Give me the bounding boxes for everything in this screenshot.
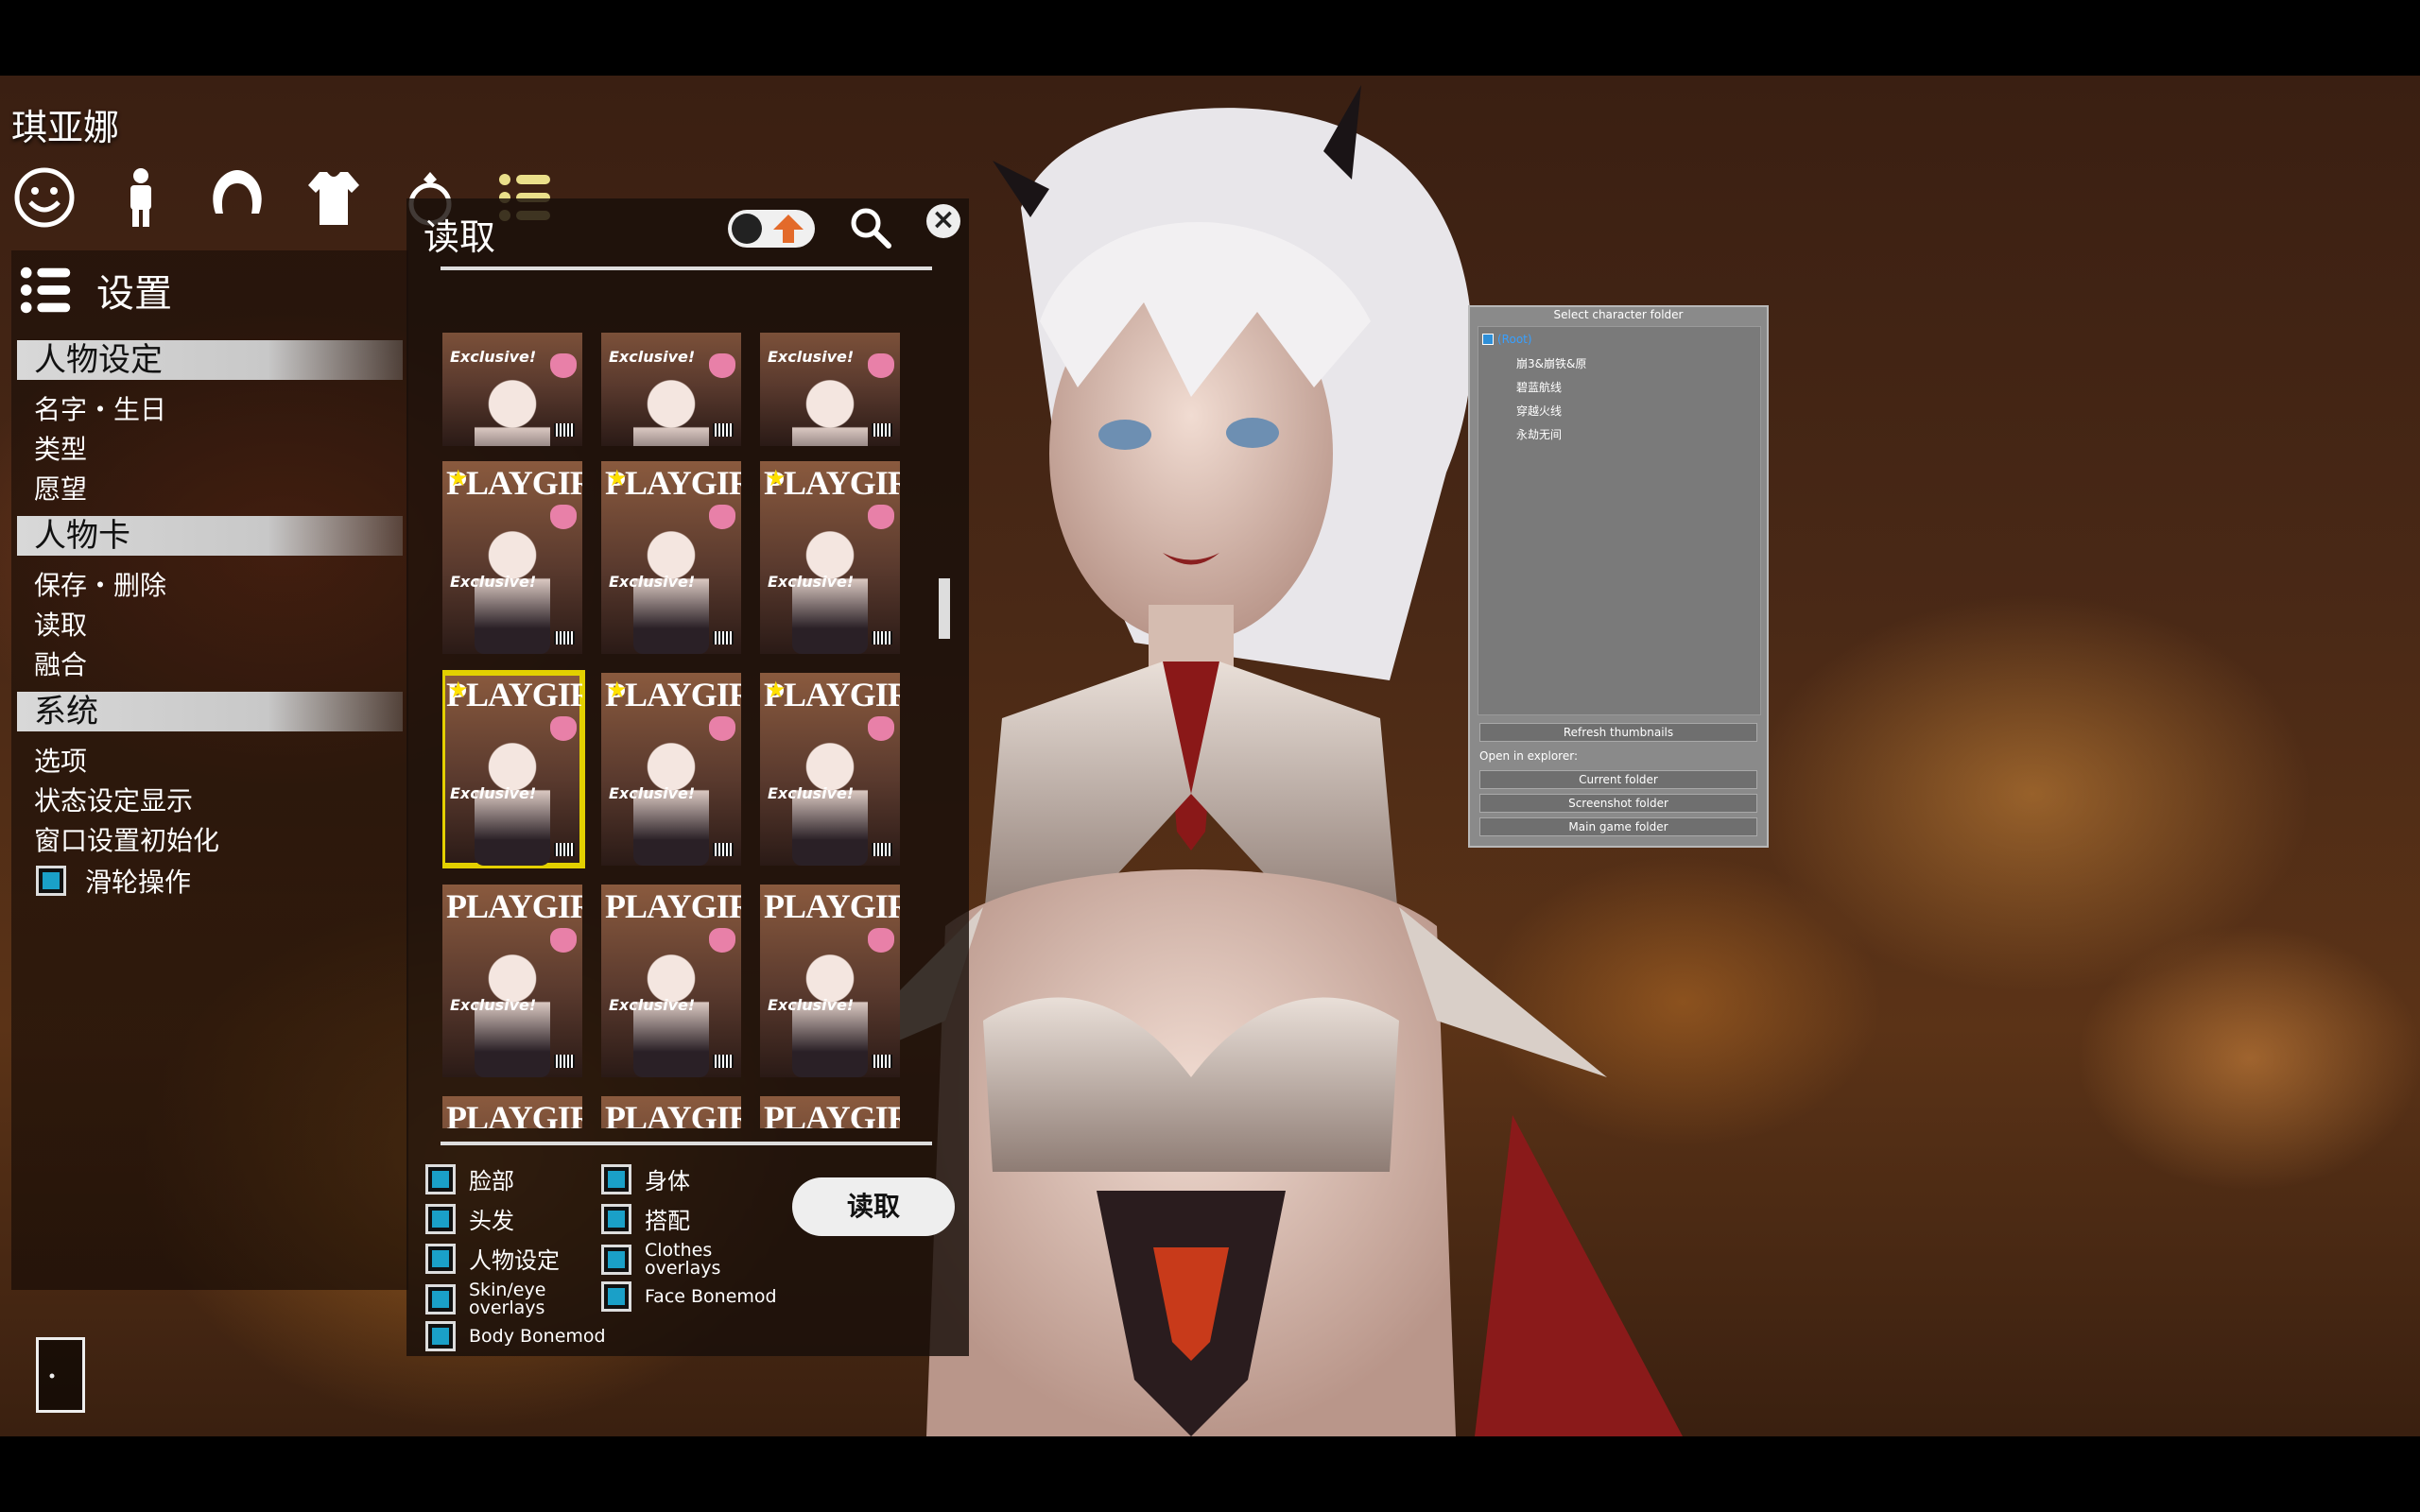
character-card[interactable]: PLAYGIRL★Exclusive! <box>442 461 582 654</box>
door-icon <box>49 1373 55 1379</box>
character-card[interactable]: PLAYGIRLExclusive! <box>442 885 582 1077</box>
character-card[interactable]: PLAYGIRL <box>760 1096 900 1128</box>
wheel-operation-label: 滑轮操作 <box>85 867 192 898</box>
screenshot-folder-button[interactable]: Screenshot folder <box>1479 794 1757 813</box>
wheel-operation-row: 滑轮操作 <box>36 862 191 900</box>
folder-tree[interactable]: (Root) 崩3&崩铁&原 碧蓝航线 穿越火线 永劫无间 <box>1478 326 1761 715</box>
check-body-bonemod[interactable] <box>425 1321 456 1351</box>
character-name: 琪亚娜 <box>11 107 120 148</box>
load-button[interactable]: 读取 <box>792 1177 955 1236</box>
character-card[interactable]: PLAYGIRL★Exclusive! <box>601 673 741 866</box>
check-hair-row: 头发 <box>425 1202 514 1235</box>
folder-item[interactable]: 碧蓝航线 <box>1516 379 1562 395</box>
folder-item[interactable]: 崩3&崩铁&原 <box>1516 355 1586 371</box>
refresh-thumbnails-button[interactable]: Refresh thumbnails <box>1479 723 1757 742</box>
check-character-settings[interactable] <box>425 1243 456 1274</box>
section-character-settings: 人物设定 <box>17 340 403 380</box>
current-folder-button[interactable]: Current folder <box>1479 770 1757 789</box>
character-card[interactable]: PLAYGIRL★Exclusive! <box>760 461 900 654</box>
divider-bottom <box>441 1142 932 1145</box>
check-hair[interactable] <box>425 1203 456 1234</box>
grid-scrollbar[interactable] <box>939 578 950 639</box>
menu-options[interactable]: 选项 <box>34 741 87 779</box>
folder-item[interactable]: 穿越火线 <box>1516 403 1562 419</box>
character-card[interactable]: PLAYGIRLExclusive! <box>601 885 741 1077</box>
menu-merge[interactable]: 融合 <box>34 644 87 682</box>
check-character-row: 人物设定 <box>425 1242 560 1275</box>
divider-top <box>441 266 932 270</box>
body-icon <box>130 168 151 227</box>
section-system: 系统 <box>17 692 403 731</box>
settings-title: 设置 <box>96 272 172 316</box>
check-skin-eye-overlays[interactable] <box>425 1284 456 1314</box>
arrow-up-icon <box>773 215 804 243</box>
wheel-operation-checkbox[interactable] <box>36 866 66 896</box>
body-tab[interactable] <box>108 164 174 231</box>
search-icon[interactable] <box>849 206 892 249</box>
character-card[interactable]: PLAYGIRL <box>442 1096 582 1128</box>
check-skin-overlays-row: Skin/eye overlays <box>425 1281 545 1317</box>
hair-icon <box>213 170 262 214</box>
folder-item[interactable]: 永劫无间 <box>1516 426 1562 442</box>
menu-window-reset[interactable]: 窗口设置初始化 <box>34 820 219 858</box>
character-card[interactable]: Exclusive! <box>601 333 741 446</box>
check-outfit[interactable] <box>601 1203 631 1234</box>
load-options: 脸部 身体 头发 搭配 人物设定 Clothes overlays Skin/ey… <box>425 1162 785 1361</box>
check-body-row: 身体 <box>601 1162 690 1195</box>
face-icon <box>14 167 75 228</box>
expand-icon <box>1482 334 1494 345</box>
menu-name-birthday[interactable]: 名字・生日 <box>34 389 166 427</box>
letterbox-bottom <box>0 1436 2420 1512</box>
check-face-bonemod-row: Face Bonemod <box>601 1281 777 1312</box>
character-card[interactable]: PLAYGIRLExclusive! <box>760 885 900 1077</box>
menu-status-display[interactable]: 状态设定显示 <box>34 781 193 818</box>
check-outfit-row: 搭配 <box>601 1202 690 1235</box>
character-card[interactable]: PLAYGIRL★Exclusive! <box>601 461 741 654</box>
character-card-selected[interactable]: PLAYGIRL★Exclusive! <box>442 670 585 868</box>
clothes-tab[interactable] <box>301 164 367 231</box>
menu-type[interactable]: 类型 <box>34 429 87 467</box>
clothes-icon <box>308 172 359 225</box>
check-face-row: 脸部 <box>425 1162 514 1195</box>
check-clothes-overlays-row: Clothes overlays <box>601 1242 720 1278</box>
menu-wish[interactable]: 愿望 <box>34 469 87 507</box>
menu-save-delete[interactable]: 保存・删除 <box>34 565 166 603</box>
check-clothes-overlays[interactable] <box>601 1245 631 1275</box>
toggle-knob <box>732 214 762 244</box>
sort-toggle[interactable] <box>728 210 815 248</box>
check-face-bonemod[interactable] <box>601 1281 631 1312</box>
face-tab[interactable] <box>11 164 78 231</box>
character-card-grid[interactable]: Exclusive! Exclusive! Exclusive! PLAYGIR… <box>442 333 915 1128</box>
hair-tab[interactable] <box>204 164 270 231</box>
exit-door-button[interactable] <box>36 1337 85 1413</box>
settings-header: 设置 <box>17 260 172 320</box>
close-icon[interactable]: × <box>926 204 960 238</box>
list-icon <box>20 266 71 314</box>
check-body[interactable] <box>601 1163 631 1194</box>
character-card[interactable]: PLAYGIRL <box>601 1096 741 1128</box>
check-face[interactable] <box>425 1163 456 1194</box>
main-game-folder-button[interactable]: Main game folder <box>1479 817 1757 836</box>
open-in-explorer-label: Open in explorer: <box>1479 749 1579 763</box>
load-panel-title: 读取 <box>424 216 496 258</box>
check-body-bonemod-row: Body Bonemod <box>425 1321 606 1351</box>
character-card[interactable]: Exclusive! <box>760 333 900 446</box>
character-card[interactable]: PLAYGIRL★Exclusive! <box>760 673 900 866</box>
menu-load[interactable]: 读取 <box>34 605 87 643</box>
select-folder-dialog: Select character folder (Root) 崩3&崩铁&原 碧… <box>1468 305 1769 848</box>
section-character-card: 人物卡 <box>17 516 403 556</box>
folder-root[interactable]: (Root) <box>1482 333 1532 346</box>
dialog-title: Select character folder <box>1553 308 1684 321</box>
character-card[interactable]: Exclusive! <box>442 333 582 446</box>
